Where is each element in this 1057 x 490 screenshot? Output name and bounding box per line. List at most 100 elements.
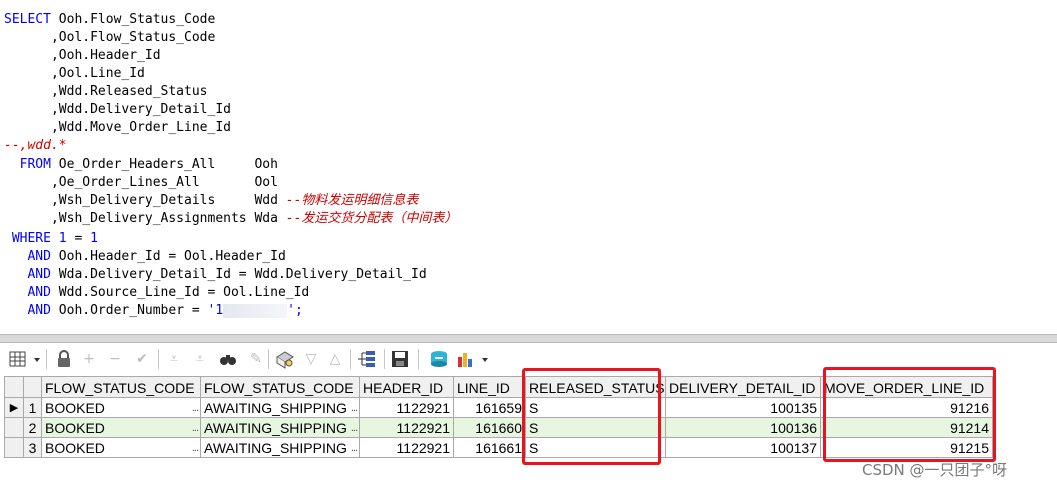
cell-value: AWAITING_SHIPPING — [204, 440, 347, 456]
column-header-header-id[interactable]: HEADER_ID — [360, 376, 454, 398]
comment-assignments: --发运交货分配表（中间表） — [285, 211, 458, 226]
find-icon[interactable] — [218, 349, 238, 369]
cell-value: AWAITING_SHIPPING — [204, 400, 347, 416]
select-column-1: Ooh.Flow_Status_Code — [58, 12, 216, 27]
ellipsis-button[interactable]: ... — [351, 418, 358, 437]
keyword-and: AND — [27, 303, 51, 318]
lock-icon[interactable] — [54, 349, 74, 369]
table-cell[interactable]: 1122921 — [360, 438, 454, 458]
fetch-next-icon[interactable]: ⩡ — [164, 349, 184, 369]
and-condition-1: Ooh.Header_Id = Ool.Header_Id — [58, 249, 286, 264]
ellipsis-button[interactable]: ... — [192, 438, 199, 457]
table-cell[interactable]: BOOKED... — [42, 398, 201, 418]
sql-line-1: SELECT Ooh.Flow_Status_Code — [4, 11, 215, 29]
post-icon[interactable]: ✔ — [132, 349, 152, 369]
sql-line-2: ,Ool.Flow_Status_Code — [4, 30, 216, 45]
sql-line-4: ,Ool.Line_Id — [4, 66, 145, 81]
sql-from-line-4: ,Wsh_Delivery_Assignments Wda --发运交货分配表（… — [4, 210, 457, 228]
and-condition-3: Wdd.Source_Line_Id = Ool.Line_Id — [58, 285, 310, 300]
highlight-box-move-order-line-id — [823, 367, 996, 462]
row-selector[interactable] — [4, 418, 24, 438]
column-header-delivery-detail-id[interactable]: DELIVERY_DETAIL_ID — [666, 376, 821, 398]
ellipsis-button[interactable]: ... — [192, 398, 199, 417]
table-cell[interactable]: 161659 — [454, 398, 526, 418]
keyword-select: SELECT — [4, 12, 51, 27]
add-row-icon[interactable]: + — [80, 349, 98, 369]
table-cell[interactable]: 161661 — [454, 438, 526, 458]
save-icon[interactable] — [390, 349, 410, 369]
sql-and-line-4: AND Ooh.Order_Number = '1 '; — [4, 302, 303, 320]
column-header-flow-status-code-2[interactable]: FLOW_STATUS_CODE — [201, 376, 360, 398]
ellipsis-button[interactable]: ... — [351, 438, 358, 457]
and-condition-4: Ooh.Order_Number = — [58, 303, 208, 318]
keyword-and: AND — [27, 285, 51, 300]
explain-icon[interactable] — [356, 349, 378, 369]
ellipsis-button[interactable]: ... — [351, 398, 358, 417]
sql-and-line-3: AND Wdd.Source_Line_Id = Ool.Line_Id — [4, 284, 309, 302]
table-cell[interactable]: 100135 — [666, 398, 821, 418]
sql-comment-line: --,wdd.* — [4, 138, 67, 153]
from-table-3: ,Wsh_Delivery_Details Wdd — [4, 193, 286, 208]
fetch-last-icon[interactable]: ⩡ — [190, 349, 210, 369]
delete-row-icon[interactable]: − — [106, 349, 124, 369]
sql-line-5: ,Wdd.Released_Status — [4, 84, 208, 99]
keyword-and: AND — [27, 267, 51, 282]
keyword-and: AND — [27, 249, 51, 264]
row-number[interactable]: 2 — [24, 418, 42, 438]
table-cell[interactable]: AWAITING_SHIPPING... — [201, 398, 360, 418]
from-table-1: Oe_Order_Headers_All Ooh — [58, 157, 278, 172]
ellipsis-button[interactable]: ... — [192, 418, 199, 437]
row-number[interactable]: 3 — [24, 438, 42, 458]
table-cell[interactable]: 1122921 — [360, 418, 454, 438]
table-cell[interactable]: 1122921 — [360, 398, 454, 418]
sql-editor[interactable]: SELECT Ooh.Flow_Status_Code ,Ool.Flow_St… — [0, 0, 1057, 333]
order-number-close: '; — [287, 303, 303, 318]
keyword-where: WHERE — [11, 231, 51, 246]
row-number-header — [24, 376, 42, 398]
sql-and-line-2: AND Wda.Delivery_Detail_Id = Wdd.Deliver… — [4, 266, 427, 284]
table-cell[interactable]: BOOKED... — [42, 418, 201, 438]
toolbar-separator — [418, 349, 419, 369]
sql-line-3: ,Ooh.Header_Id — [4, 48, 161, 63]
toolbar-separator — [268, 349, 269, 369]
column-header-line-id[interactable]: LINE_ID — [454, 376, 526, 398]
toolbar-separator — [350, 349, 351, 369]
comment-details: --物料发运明细信息表 — [285, 193, 419, 208]
table-cell[interactable]: 100137 — [666, 438, 821, 458]
chart-icon[interactable] — [456, 349, 492, 369]
where-lhs: 1 — [58, 231, 67, 246]
toolbar-separator — [158, 349, 159, 369]
clear-icon[interactable]: ✎ — [246, 349, 266, 369]
and-condition-2: Wda.Delivery_Detail_Id = Wdd.Delivery_De… — [58, 267, 427, 282]
table-cell[interactable]: 100136 — [666, 418, 821, 438]
watermark: CSDN @一只团子°呀 — [862, 461, 1008, 479]
sql-line-7: ,Wdd.Move_Order_Line_Id — [4, 120, 231, 135]
row-selector[interactable] — [4, 438, 24, 458]
sql-where-line: WHERE 1 = 1 — [4, 230, 98, 248]
cell-value: BOOKED — [45, 400, 105, 416]
filter-icon[interactable]: ▽ — [302, 349, 320, 369]
sql-from-line-3: ,Wsh_Delivery_Details Wdd --物料发运明细信息表 — [4, 192, 418, 210]
pane-splitter[interactable] — [0, 334, 1057, 343]
sql-from-line: FROM Oe_Order_Headers_All Ooh — [4, 156, 278, 174]
grid-menu-icon[interactable] — [8, 349, 42, 369]
sql-line-6: ,Wdd.Delivery_Detail_Id — [4, 102, 231, 117]
sql-from-line-2: ,Oe_Order_Lines_All Ool — [4, 175, 278, 190]
sort-icon[interactable]: △ — [326, 349, 344, 369]
query-by-example-icon[interactable] — [274, 349, 296, 369]
row-number[interactable]: 1 — [24, 398, 42, 418]
table-cell[interactable]: AWAITING_SHIPPING... — [201, 438, 360, 458]
from-table-4: ,Wsh_Delivery_Assignments Wda — [4, 211, 286, 226]
table-cell[interactable]: BOOKED... — [42, 438, 201, 458]
redacted-value — [223, 303, 288, 318]
cell-value: BOOKED — [45, 420, 105, 436]
current-row-marker[interactable]: ▶ — [4, 398, 24, 418]
table-cell[interactable]: AWAITING_SHIPPING... — [201, 418, 360, 438]
where-eq: = — [66, 231, 91, 246]
column-header-flow-status-code[interactable]: FLOW_STATUS_CODE — [42, 376, 201, 398]
table-cell[interactable]: 161660 — [454, 418, 526, 438]
export-icon[interactable] — [428, 349, 450, 369]
grid-corner — [4, 376, 24, 398]
cell-value: AWAITING_SHIPPING — [204, 420, 347, 436]
cell-value: BOOKED — [45, 440, 105, 456]
